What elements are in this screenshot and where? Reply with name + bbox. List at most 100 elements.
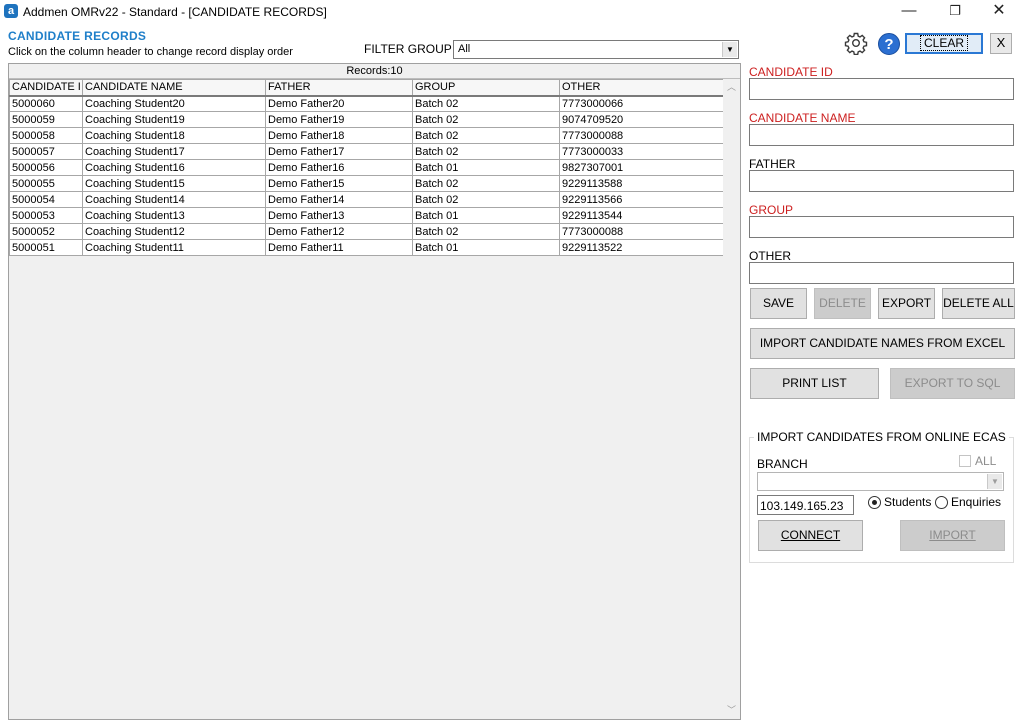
cell-group[interactable]: Batch 02 <box>412 223 560 240</box>
table-row[interactable]: 5000051 Coaching Student11 Demo Father11 Ba… <box>9 239 724 256</box>
column-header-candidate-id[interactable]: CANDIDATE I <box>9 79 83 97</box>
column-header-father[interactable]: FATHER <box>265 79 413 97</box>
cell-group[interactable]: Batch 01 <box>412 207 560 224</box>
gear-icon[interactable] <box>844 31 868 56</box>
cell-candidate-name[interactable]: Coaching Student18 <box>82 127 266 144</box>
cell-group[interactable]: Batch 02 <box>412 127 560 144</box>
export-button[interactable]: EXPORT <box>878 288 935 319</box>
delete-button[interactable]: DELETE <box>814 288 871 319</box>
cell-father[interactable]: Demo Father11 <box>265 239 413 256</box>
cell-candidate-id[interactable]: 5000054 <box>9 191 83 208</box>
cell-father[interactable]: Demo Father15 <box>265 175 413 192</box>
chevron-down-icon[interactable]: ▼ <box>987 474 1002 489</box>
all-checkbox[interactable] <box>959 455 971 467</box>
cell-candidate-id[interactable]: 5000052 <box>9 223 83 240</box>
cell-other[interactable]: 9229113544 <box>559 207 724 224</box>
cell-group[interactable]: Batch 01 <box>412 159 560 176</box>
cell-father[interactable]: Demo Father20 <box>265 95 413 112</box>
table-row[interactable]: 5000058 Coaching Student18 Demo Father18 Ba… <box>9 127 724 144</box>
cell-candidate-name[interactable]: Coaching Student12 <box>82 223 266 240</box>
cell-candidate-name[interactable]: Coaching Student11 <box>82 239 266 256</box>
table-row[interactable]: 5000054 Coaching Student14 Demo Father14 Ba… <box>9 191 724 208</box>
group-input[interactable] <box>749 216 1014 238</box>
minimize-button[interactable]: — <box>886 0 932 24</box>
save-button[interactable]: SAVE <box>750 288 807 319</box>
cell-father[interactable]: Demo Father13 <box>265 207 413 224</box>
table-row[interactable]: 5000052 Coaching Student12 Demo Father12 Ba… <box>9 223 724 240</box>
cell-father[interactable]: Demo Father16 <box>265 159 413 176</box>
column-header-candidate-name[interactable]: CANDIDATE NAME <box>82 79 266 97</box>
close-panel-button[interactable]: X <box>990 33 1012 54</box>
cell-candidate-name[interactable]: Coaching Student19 <box>82 111 266 128</box>
page-title: CANDIDATE RECORDS <box>8 29 147 43</box>
import-button[interactable]: IMPORT <box>900 520 1005 551</box>
cell-group[interactable]: Batch 02 <box>412 191 560 208</box>
column-header-group[interactable]: GROUP <box>412 79 560 97</box>
cell-group[interactable]: Batch 02 <box>412 143 560 160</box>
delete-all-button[interactable]: DELETE ALL <box>942 288 1015 319</box>
table-row[interactable]: 5000060 Coaching Student20 Demo Father20 Ba… <box>9 95 724 112</box>
cell-group[interactable]: Batch 01 <box>412 239 560 256</box>
branch-select[interactable]: ▼ <box>757 472 1004 491</box>
column-header-other[interactable]: OTHER <box>559 79 724 97</box>
cell-father[interactable]: Demo Father19 <box>265 111 413 128</box>
candidate-name-input[interactable] <box>749 124 1014 146</box>
cell-candidate-id[interactable]: 5000060 <box>9 95 83 112</box>
candidate-grid[interactable]: Records:10 CANDIDATE I CANDIDATE NAME FA… <box>8 63 741 720</box>
cell-other[interactable]: 9827307001 <box>559 159 724 176</box>
vertical-scrollbar[interactable]: ︿ ﹀ <box>723 79 740 719</box>
cell-father[interactable]: Demo Father17 <box>265 143 413 160</box>
cell-candidate-id[interactable]: 5000057 <box>9 143 83 160</box>
father-input[interactable] <box>749 170 1014 192</box>
table-row[interactable]: 5000056 Coaching Student16 Demo Father16 Ba… <box>9 159 724 176</box>
cell-candidate-name[interactable]: Coaching Student15 <box>82 175 266 192</box>
cell-candidate-name[interactable]: Coaching Student14 <box>82 191 266 208</box>
cell-other[interactable]: 7773000066 <box>559 95 724 112</box>
cell-group[interactable]: Batch 02 <box>412 175 560 192</box>
cell-group[interactable]: Batch 02 <box>412 111 560 128</box>
connect-button[interactable]: CONNECT <box>758 520 863 551</box>
restore-button[interactable]: ❐ <box>932 0 978 24</box>
enquiries-radio[interactable] <box>935 496 948 509</box>
cell-other[interactable]: 9229113566 <box>559 191 724 208</box>
other-input[interactable] <box>749 262 1014 284</box>
cell-candidate-id[interactable]: 5000051 <box>9 239 83 256</box>
scroll-up-icon[interactable]: ︿ <box>723 79 740 96</box>
export-sql-button[interactable]: EXPORT TO SQL <box>890 368 1015 399</box>
cell-group[interactable]: Batch 02 <box>412 95 560 112</box>
server-ip-input[interactable]: 103.149.165.23 <box>757 495 854 515</box>
cell-father[interactable]: Demo Father14 <box>265 191 413 208</box>
table-row[interactable]: 5000055 Coaching Student15 Demo Father15 Ba… <box>9 175 724 192</box>
cell-other[interactable]: 9229113588 <box>559 175 724 192</box>
cell-other[interactable]: 7773000033 <box>559 143 724 160</box>
clear-button[interactable]: CLEAR <box>905 33 983 54</box>
cell-candidate-id[interactable]: 5000056 <box>9 159 83 176</box>
chevron-down-icon[interactable]: ▼ <box>722 42 737 57</box>
scroll-down-icon[interactable]: ﹀ <box>723 702 740 719</box>
print-list-button[interactable]: PRINT LIST <box>750 368 879 399</box>
cell-candidate-name[interactable]: Coaching Student20 <box>82 95 266 112</box>
cell-candidate-name[interactable]: Coaching Student13 <box>82 207 266 224</box>
close-window-button[interactable]: ✕ <box>976 0 1022 24</box>
cell-father[interactable]: Demo Father18 <box>265 127 413 144</box>
cell-other[interactable]: 7773000088 <box>559 127 724 144</box>
table-row[interactable]: 5000053 Coaching Student13 Demo Father13 Ba… <box>9 207 724 224</box>
cell-other[interactable]: 9074709520 <box>559 111 724 128</box>
students-radio[interactable] <box>868 496 881 509</box>
cell-candidate-id[interactable]: 5000055 <box>9 175 83 192</box>
cell-father[interactable]: Demo Father12 <box>265 223 413 240</box>
cell-candidate-id[interactable]: 5000053 <box>9 207 83 224</box>
all-checkbox-label: ALL <box>975 454 997 468</box>
cell-other[interactable]: 9229113522 <box>559 239 724 256</box>
filter-group-select[interactable]: All ▼ <box>453 40 739 59</box>
help-icon[interactable]: ? <box>878 33 900 55</box>
table-row[interactable]: 5000059 Coaching Student19 Demo Father19 Ba… <box>9 111 724 128</box>
cell-candidate-name[interactable]: Coaching Student17 <box>82 143 266 160</box>
candidate-id-input[interactable] <box>749 78 1014 100</box>
import-excel-button[interactable]: IMPORT CANDIDATE NAMES FROM EXCEL <box>750 328 1015 359</box>
table-row[interactable]: 5000057 Coaching Student17 Demo Father17 Ba… <box>9 143 724 160</box>
cell-candidate-id[interactable]: 5000058 <box>9 127 83 144</box>
cell-candidate-id[interactable]: 5000059 <box>9 111 83 128</box>
cell-candidate-name[interactable]: Coaching Student16 <box>82 159 266 176</box>
cell-other[interactable]: 7773000088 <box>559 223 724 240</box>
